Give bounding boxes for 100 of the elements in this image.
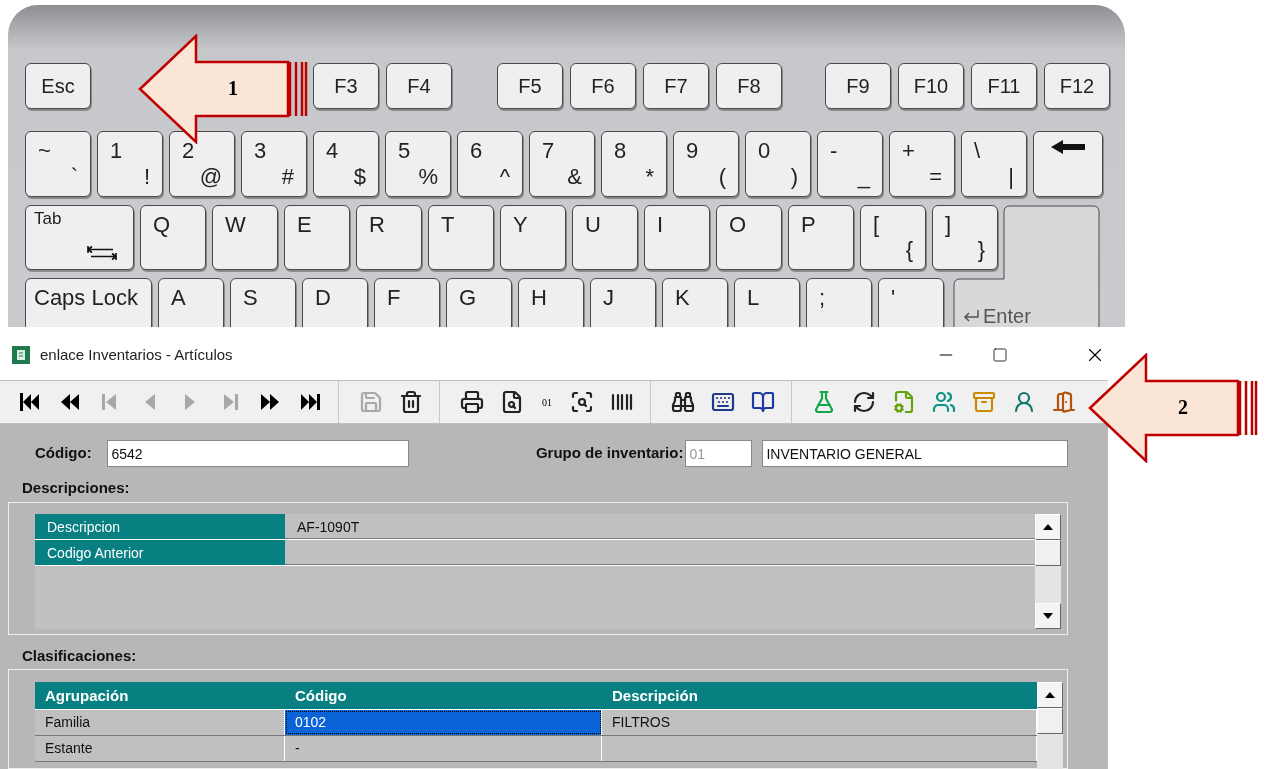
- scrollbar[interactable]: [1035, 513, 1061, 629]
- table-cell: Codigo Anterior: [35, 539, 285, 565]
- document-search-icon[interactable]: [500, 390, 524, 414]
- table-cell[interactable]: -: [285, 736, 602, 761]
- toolbar-button[interactable]: 01: [542, 394, 552, 410]
- input-field[interactable]: INVENTARIO GENERAL: [762, 440, 1068, 467]
- return-icon: [963, 310, 979, 322]
- keyboard-key: J: [590, 278, 656, 327]
- triangle-up-icon: [1043, 523, 1053, 530]
- caps-lock-key: Caps Lock: [25, 278, 152, 327]
- keyboard-key: 0 ): [745, 131, 811, 197]
- scrollbar[interactable]: [1037, 682, 1063, 769]
- scroll-thumb[interactable]: [1035, 539, 1061, 566]
- function-key: F12: [1044, 63, 1110, 109]
- keyboard-key: 7 &: [529, 131, 595, 197]
- keyboard-key: S: [230, 278, 296, 327]
- table-cell[interactable]: 0102: [285, 710, 602, 735]
- keyboard-key: D: [302, 278, 368, 327]
- keyboard-key: 8 *: [601, 131, 667, 197]
- window-title: enlace Inventarios - Artículos: [40, 344, 233, 365]
- function-key: F4: [386, 63, 452, 109]
- printer-icon[interactable]: [460, 390, 484, 414]
- keyboard-key: + =: [889, 131, 955, 197]
- keyboard-key: E: [284, 205, 350, 270]
- users-icon[interactable]: [932, 390, 956, 414]
- scroll-down-button[interactable]: [1035, 602, 1061, 629]
- trash-icon[interactable]: [399, 390, 423, 414]
- keyboard-key: P: [788, 205, 854, 270]
- refresh-icon[interactable]: [852, 390, 876, 414]
- function-key: F3: [313, 63, 379, 109]
- triangle-down-icon: [1043, 612, 1053, 619]
- exit-door-icon[interactable]: [1052, 390, 1076, 414]
- keyboard-key: R: [356, 205, 422, 270]
- section-title: Clasificaciones:: [22, 645, 138, 666]
- scroll-thumb[interactable]: [1037, 708, 1063, 734]
- function-key: F7: [643, 63, 709, 109]
- callout-number: 2: [1178, 397, 1188, 417]
- table-cell[interactable]: Estante: [35, 736, 285, 761]
- keyboard-key: K: [662, 278, 728, 327]
- keyboard-key: \ |: [961, 131, 1027, 197]
- binoculars-icon[interactable]: [671, 390, 695, 414]
- key-label: Tab: [34, 210, 63, 227]
- column-header[interactable]: Descripción: [602, 682, 1037, 709]
- keyboard-key: 6 ^: [457, 131, 523, 197]
- function-key: F8: [716, 63, 782, 109]
- keyboard-key: ~ `: [25, 131, 91, 197]
- keyboard-key: 4 $: [313, 131, 379, 197]
- table-cell: AF-1090T: [285, 513, 1035, 539]
- keyboard-key: ] }: [932, 205, 998, 270]
- flask-icon[interactable]: [812, 390, 836, 414]
- function-key: F10: [898, 63, 964, 109]
- report-search-icon[interactable]: [570, 390, 594, 414]
- section-title: Descripciones:: [22, 478, 131, 498]
- keyboard-icon[interactable]: [711, 390, 735, 414]
- callout-number: 1: [228, 78, 238, 98]
- tab-arrows-icon: [87, 245, 117, 261]
- function-key: F5: [497, 63, 563, 109]
- field-label: Grupo de inventario:: [534, 443, 685, 464]
- keyboard-key: 1 !: [97, 131, 163, 197]
- input-field[interactable]: 6542: [107, 440, 409, 467]
- column-header[interactable]: Código: [285, 682, 602, 709]
- keyboard-key: [ {: [860, 205, 926, 270]
- keyboard-key: O: [716, 205, 782, 270]
- keyboard-key: F: [374, 278, 440, 327]
- column-header[interactable]: Agrupación: [35, 682, 285, 709]
- keyboard-key: 3 #: [241, 131, 307, 197]
- keyboard-key: ': [878, 278, 944, 327]
- triangle-up-icon: [1045, 692, 1055, 698]
- person-icon[interactable]: [1012, 390, 1036, 414]
- field-label: Código:: [35, 443, 93, 464]
- function-key: F11: [971, 63, 1037, 109]
- keyboard-key: I: [644, 205, 710, 270]
- function-key: F6: [570, 63, 636, 109]
- keyboard-key: 2 @: [169, 131, 235, 197]
- keyboard-key: - _: [817, 131, 883, 197]
- left-arrow-icon: [1051, 140, 1085, 154]
- function-key: F9: [825, 63, 891, 109]
- maximize-icon[interactable]: [992, 347, 1008, 363]
- archive-icon[interactable]: [972, 390, 996, 414]
- scroll-up-button[interactable]: [1035, 513, 1061, 540]
- key-label: Enter: [983, 304, 1031, 327]
- keyboard-key: G: [446, 278, 512, 327]
- skip-to-start-icon[interactable]: [18, 390, 42, 414]
- document-gear-icon[interactable]: [892, 390, 916, 414]
- table-cell: Descripcion: [35, 513, 285, 539]
- keyboard-key: U: [572, 205, 638, 270]
- keyboard-key: L: [734, 278, 800, 327]
- keyboard-key: 5 %: [385, 131, 451, 197]
- keyboard-key: Y: [500, 205, 566, 270]
- book-icon[interactable]: [751, 390, 775, 414]
- keyboard-key: 9 (: [673, 131, 739, 197]
- keyboard-key: ;: [806, 278, 872, 327]
- keyboard-key: H: [518, 278, 584, 327]
- keyboard-key: A: [158, 278, 224, 327]
- keyboard-key: T: [428, 205, 494, 270]
- function-key: Esc: [25, 63, 91, 109]
- keyboard-key: Q: [140, 205, 206, 270]
- scroll-up-button[interactable]: [1037, 682, 1063, 708]
- app-icon: [12, 346, 30, 364]
- keyboard-key: W: [212, 205, 278, 270]
